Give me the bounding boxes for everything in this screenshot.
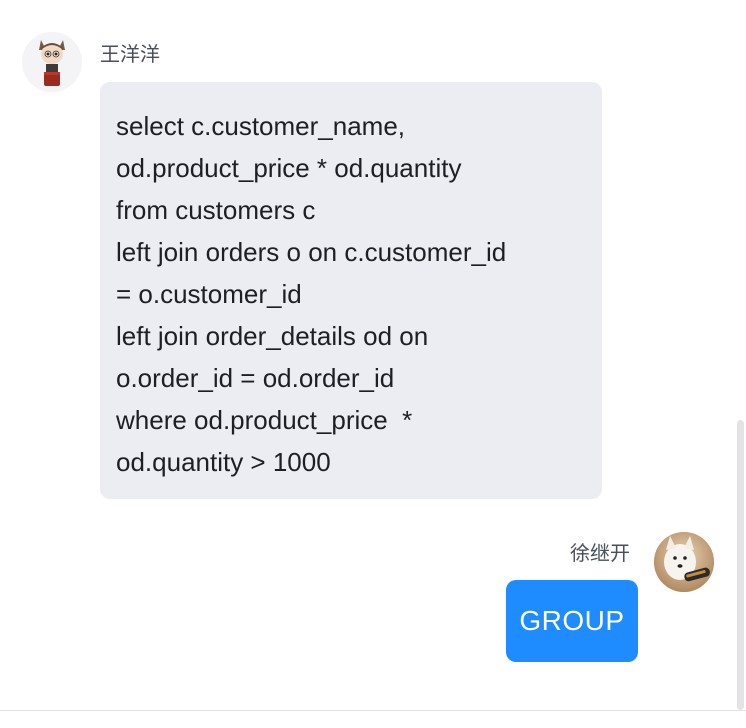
sender-name: 王洋洋 xyxy=(100,42,160,66)
message-line: left join orders o on c.customer_id xyxy=(116,237,507,267)
message-line: left join order_details od on xyxy=(116,321,429,351)
scrollbar-thumb[interactable] xyxy=(737,420,744,710)
message-line: od.product_price * od.quantity xyxy=(116,153,462,183)
sender-name: 徐继开 xyxy=(570,541,630,565)
dog-photo-avatar-icon xyxy=(654,532,714,592)
message-line: = o.customer_id xyxy=(116,279,302,309)
cartoon-character-avatar-icon xyxy=(22,32,82,92)
message-bubble-incoming[interactable]: select c.customer_name, od.product_price… xyxy=(100,82,602,499)
chat-window: 王洋洋 select c.customer_name, od.product_p… xyxy=(0,0,746,728)
message-line: select c.customer_name, xyxy=(116,111,406,141)
message-line: from customers c xyxy=(116,195,316,225)
avatar[interactable] xyxy=(654,532,714,592)
message-bubble-outgoing[interactable]: GROUP xyxy=(506,580,638,662)
avatar[interactable] xyxy=(22,32,82,92)
divider xyxy=(0,710,746,711)
scrollbar[interactable] xyxy=(734,0,746,710)
message-line: o.order_id = od.order_id xyxy=(116,363,395,393)
message-line: where od.product_price * xyxy=(116,405,413,435)
message-text: GROUP xyxy=(519,605,625,636)
message-line: od.quantity > 1000 xyxy=(116,447,331,477)
